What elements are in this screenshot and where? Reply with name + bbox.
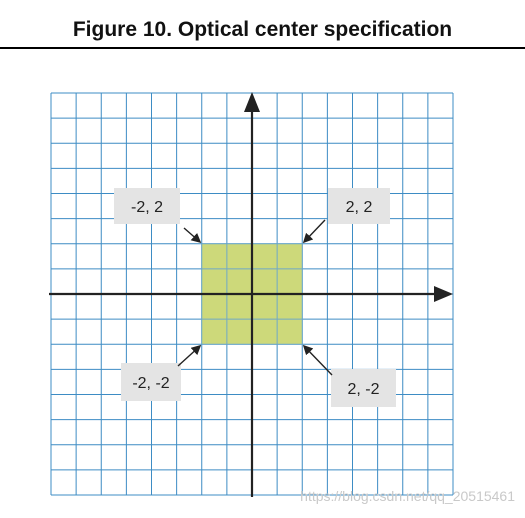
y-axis-arrowhead [244,92,260,112]
corner-label-text: -2, -2 [132,375,169,392]
corner-pointer-arrow [302,219,326,244]
watermark: https://blog.csdn.net/qq_20515461 [300,488,515,504]
corner-label-text: 2, -2 [347,381,379,398]
axes [49,92,453,497]
x-axis-arrowhead [434,286,453,302]
corner-label-text: 2, 2 [346,199,373,216]
corner-label-text: -2, 2 [131,199,163,216]
optical-center-diagram: -2, 2 2, 2 -2, -2 2, -2 [49,92,454,497]
corner-pointer-arrow [177,344,202,367]
corner-pointer-arrow [183,227,202,244]
